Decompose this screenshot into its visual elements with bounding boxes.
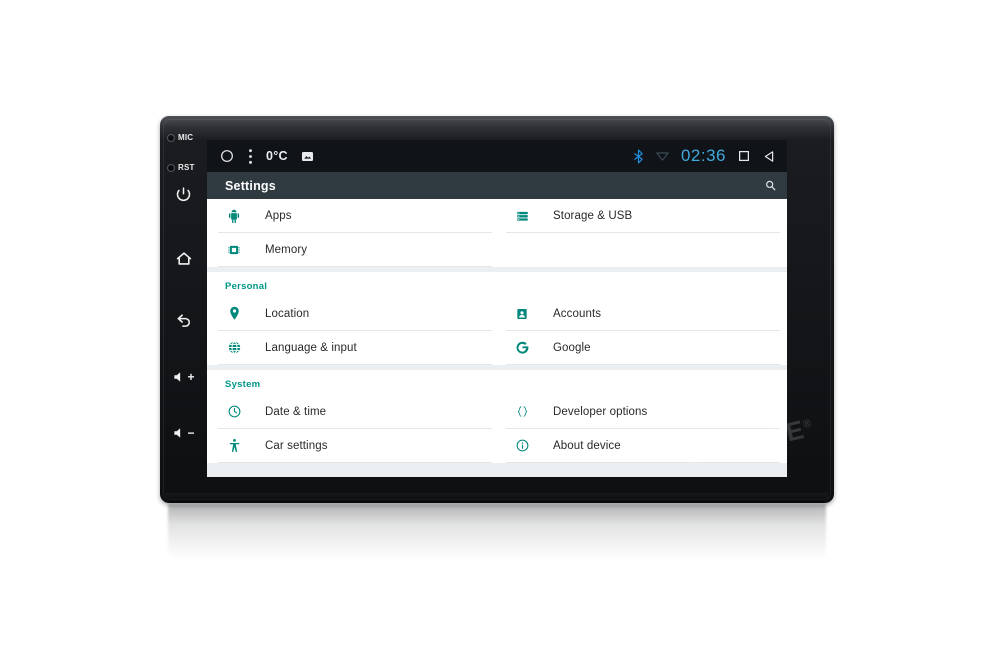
device-reflection xyxy=(168,504,826,560)
power-button[interactable] xyxy=(160,186,207,203)
settings-item-accounts[interactable]: Accounts xyxy=(506,297,780,331)
volume-down-sign: − xyxy=(187,426,195,440)
globe-icon xyxy=(225,339,243,357)
settings-item-developer-options[interactable]: Developer options xyxy=(506,395,780,429)
settings-item-memory[interactable]: Memory xyxy=(218,233,492,267)
settings-grid: Apps Storage & USB Memory xyxy=(207,199,787,267)
wifi-off-icon[interactable] xyxy=(655,150,670,162)
back-triangle-icon[interactable] xyxy=(762,149,777,164)
head-unit-screen: 0°C 02:36 Settings Apps Storage & USB Me… xyxy=(207,140,787,477)
overflow-menu-icon[interactable] xyxy=(248,148,253,165)
reset-label: RST xyxy=(178,163,195,172)
mic-label: MIC xyxy=(178,133,194,142)
home-icon xyxy=(175,250,193,268)
settings-item-google[interactable]: Google xyxy=(506,331,780,365)
info-icon xyxy=(513,437,531,455)
settings-item-date-time[interactable]: Date & time xyxy=(218,395,492,429)
settings-item-label: Apps xyxy=(265,209,292,222)
car-head-unit-device: MIC RST + − 0°C 02:36 Settings Apps Stor… xyxy=(160,116,834,503)
search-icon[interactable] xyxy=(764,179,777,192)
settings-section-system: System Date & time Developer options Car… xyxy=(207,370,787,463)
recents-square-icon[interactable] xyxy=(737,149,751,163)
volume-up-icon xyxy=(172,370,186,384)
clock-icon xyxy=(225,403,243,421)
android-apps-icon xyxy=(225,207,243,225)
settings-section-device: Apps Storage & USB Memory xyxy=(207,199,787,267)
status-bar-left-group: 0°C xyxy=(219,148,314,165)
volume-down-icon xyxy=(172,426,186,440)
settings-item-car-settings[interactable]: Car settings xyxy=(218,429,492,463)
bluetooth-icon[interactable] xyxy=(633,148,644,164)
page-title: Settings xyxy=(225,178,276,193)
temperature-text: 0°C xyxy=(266,149,288,163)
volume-up-button[interactable]: + xyxy=(160,370,207,384)
android-status-bar: 0°C 02:36 xyxy=(207,140,787,172)
settings-item-storage-usb[interactable]: Storage & USB xyxy=(506,199,780,233)
settings-item-empty-slot xyxy=(506,233,780,267)
mic-hole-row: MIC xyxy=(160,133,207,142)
google-g-icon xyxy=(513,339,531,357)
memory-icon xyxy=(225,241,243,259)
accessibility-icon xyxy=(225,437,243,455)
braces-icon xyxy=(513,403,531,421)
settings-item-location[interactable]: Location xyxy=(218,297,492,331)
settings-item-label: Storage & USB xyxy=(553,209,633,222)
section-header-personal: Personal xyxy=(225,281,268,292)
settings-item-language-input[interactable]: Language & input xyxy=(218,331,492,365)
settings-item-label: About device xyxy=(553,439,621,452)
storage-icon xyxy=(513,207,531,225)
volume-up-sign: + xyxy=(187,370,195,384)
settings-title-bar: Settings xyxy=(207,172,787,199)
bezel-gloss-highlight xyxy=(160,116,834,142)
circle-outline-icon[interactable] xyxy=(219,148,235,164)
settings-item-about-device[interactable]: About device xyxy=(506,429,780,463)
image-icon[interactable] xyxy=(301,150,314,163)
settings-item-label: Google xyxy=(553,341,591,354)
settings-grid: Date & time Developer options Car settin… xyxy=(207,395,787,463)
settings-item-label: Date & time xyxy=(265,405,327,418)
status-bar-clock: 02:36 xyxy=(680,146,726,165)
location-pin-icon xyxy=(225,305,243,323)
volume-down-button[interactable]: − xyxy=(160,426,207,440)
settings-grid: Location Accounts Language & input Googl… xyxy=(207,297,787,365)
mic-hole-icon xyxy=(167,133,175,142)
reset-hole-row[interactable]: RST xyxy=(160,163,207,172)
settings-item-label: Language & input xyxy=(265,341,357,354)
device-left-bezel: MIC RST + − xyxy=(160,116,207,503)
status-bar-right-group: 02:36 xyxy=(633,146,777,166)
accounts-icon xyxy=(513,305,531,323)
settings-item-label: Accounts xyxy=(553,307,602,320)
settings-section-personal: Personal Location Accounts Language & in… xyxy=(207,272,787,365)
bezel-bottom-edge xyxy=(166,493,828,503)
screenshot-root: MIC RST + − 0°C 02:36 Settings Apps Stor… xyxy=(0,0,1000,650)
section-header-system: System xyxy=(225,379,261,390)
reset-hole-icon[interactable] xyxy=(167,163,175,172)
settings-item-label: Memory xyxy=(265,243,308,256)
back-arrow-icon xyxy=(175,310,193,328)
home-button[interactable] xyxy=(160,250,207,268)
settings-item-apps[interactable]: Apps xyxy=(218,199,492,233)
back-button[interactable] xyxy=(160,310,207,328)
settings-item-label: Car settings xyxy=(265,439,328,452)
settings-list[interactable]: Apps Storage & USB Memory Personal Locat… xyxy=(207,199,787,477)
settings-item-label: Location xyxy=(265,307,310,320)
power-icon xyxy=(175,186,192,203)
settings-item-label: Developer options xyxy=(553,405,648,418)
